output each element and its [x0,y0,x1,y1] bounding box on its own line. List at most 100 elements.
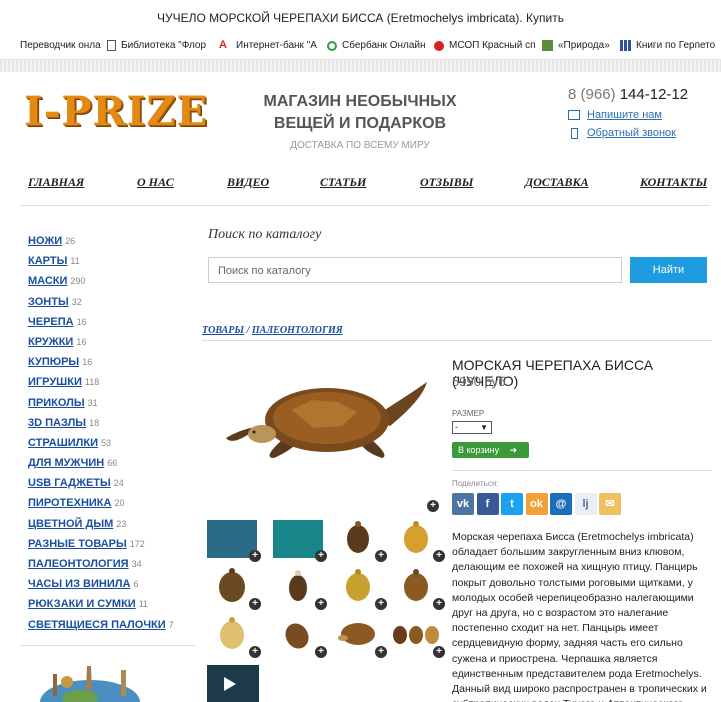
sidebar-category-link[interactable]: КУПЮРЫ [28,356,79,368]
thumbnail[interactable]: + [333,568,387,610]
zoom-icon: + [433,646,445,658]
callback-link[interactable]: Обратный звонок [568,127,676,139]
nav-about[interactable]: О НАС [137,175,174,190]
zoom-icon: + [433,550,445,562]
sidebar-category-link[interactable]: ДЛЯ МУЖЧИН [28,457,104,469]
sidebar-category-item: ЦВЕТНОЙ ДЫМ 23 [28,518,198,538]
sidebar-category-link[interactable]: ПАЛЕОНТОЛОГИЯ [28,558,129,570]
web-page: I-PRIZE МАГАЗИН НЕОБЫЧНЫХ ВЕЩЕЙ И ПОДАРК… [0,60,721,702]
thumbnail[interactable]: + [391,568,445,610]
thumbnail[interactable]: + [207,616,261,658]
sidebar-category-link[interactable]: СТРАШИЛКИ [28,437,98,449]
bookmark-sberbank[interactable]: Сбербанк Онлайн [327,40,426,51]
phone-icon [571,127,578,139]
bookmark-alfabank[interactable]: A Интернет-банк "А [219,40,317,52]
sidebar-category-count: 6 [133,579,139,590]
sidebar-category-link[interactable]: МАСКИ [28,275,67,287]
thumbnail[interactable]: + [333,616,387,658]
sidebar-category-link[interactable]: КРУЖКИ [28,336,73,348]
sidebar-category-link[interactable]: СВЕТЯЩИЕСЯ ПАЛОЧКИ [28,619,166,631]
breadcrumb-current[interactable]: ПАЛЕОНТОЛОГИЯ [252,325,343,336]
sidebar-category-link[interactable]: ЧАСЫ ИЗ ВИНИЛА [28,578,130,590]
product-divider [452,470,712,471]
search-button[interactable]: Найти [630,257,707,283]
sidebar-category-item: МАСКИ 290 [28,275,198,295]
nav-articles[interactable]: СТАТЬИ [320,175,366,190]
add-to-cart-button[interactable]: В корзину ➜ [452,442,529,458]
phone-number[interactable]: 8 (966) 144-12-12 [568,86,688,103]
nature-icon [542,40,553,51]
thumbnail[interactable]: + [273,520,327,562]
sidebar-category-link[interactable]: 3D ПАЗЛЫ [28,417,86,429]
zoom-icon: + [375,550,387,562]
thumbnail[interactable]: + [333,520,387,562]
nav-contacts[interactable]: КОНТАКТЫ [640,175,707,190]
nav-video[interactable]: ВИДЕО [227,175,269,190]
document-icon [107,40,116,51]
sidebar-category-link[interactable]: USB ГАДЖЕТЫ [28,477,111,489]
thumbnail[interactable]: + [273,568,327,610]
catalog-search-input[interactable]: Поиск по каталогу [208,257,622,283]
envelope-icon [568,110,580,120]
sidebar-category-link[interactable]: ЦВЕТНОЙ ДЫМ [28,518,113,530]
sidebar-category-link[interactable]: НОЖИ [28,235,62,247]
facebook-share-icon[interactable]: f [476,493,499,515]
odnoklassniki-share-icon[interactable]: ok [525,493,548,515]
sidebar-category-count: 53 [101,437,112,448]
sidebar-category-link[interactable]: ПИРОТЕХНИКА [28,497,111,509]
sidebar-category-link[interactable]: ИГРУШКИ [28,376,82,388]
sidebar-category-link[interactable]: РАЗНЫЕ ТОВАРЫ [28,538,127,550]
product-price: 5990 руб. [452,374,510,389]
globe-landmarks-image[interactable] [35,660,145,702]
nav-home[interactable]: ГЛАВНАЯ [28,175,84,190]
livejournal-share-icon[interactable]: lj [574,493,597,515]
sidebar-category-link[interactable]: ЧЕРЕПА [28,316,74,328]
sidebar-category-link[interactable]: КАРТЫ [28,255,67,267]
nav-delivery[interactable]: ДОСТАВКА [525,175,589,190]
breadcrumb-root[interactable]: ТОВАРЫ [202,325,244,336]
zoom-icon: + [315,598,327,610]
bookmark-nature[interactable]: «Природа» [542,40,610,51]
sidebar-category-count: 20 [114,498,125,509]
bookmark-label: «Природа» [558,40,610,51]
sidebar-category-count: 18 [89,417,100,428]
thumbnail[interactable]: + [391,616,445,658]
chevron-down-icon: ▼ [480,423,488,432]
vk-share-icon[interactable]: vk [452,493,474,515]
zoom-icon: + [375,598,387,610]
thumbnail[interactable]: + [273,616,327,658]
sidebar-category-count: 172 [129,538,145,549]
sidebar-category-item: 3D ПАЗЛЫ 18 [28,417,198,437]
window-title: ЧУЧЕЛО МОРСКОЙ ЧЕРЕПАХИ БИССА (Eretmoche… [0,0,721,34]
sidebar-category-item: РАЗНЫЕ ТОВАРЫ 172 [28,538,198,558]
sidebar-category-item: НОЖИ 26 [28,235,198,255]
red-circle-icon [434,40,444,51]
email-share-icon[interactable]: ✉ [599,493,621,515]
zoom-icon[interactable]: + [427,500,439,512]
thumbnail[interactable]: + [391,520,445,562]
sidebar-category-link[interactable]: ЗОНТЫ [28,296,69,308]
sidebar-category-item: КРУЖКИ 16 [28,336,198,356]
product-description: Морская черепаха Бисса (Eretmochelys imb… [452,531,707,702]
bookmark-iucn[interactable]: МСОП Красный сп [434,40,536,51]
bookmark-label: МСОП Красный сп [449,40,536,51]
category-sidebar: НОЖИ 26 КАРТЫ 11 МАСКИ 290 ЗОНТЫ 32 ЧЕРЕПА 16 КРУЖ… [28,235,198,639]
nav-reviews[interactable]: ОТЗЫВЫ [420,175,473,190]
zoom-icon: + [249,550,261,562]
bookmark-translator[interactable]: Переводчик онла [20,40,101,51]
mail-ru-share-icon[interactable]: @ [550,493,572,515]
size-select[interactable]: - ▼ [452,421,492,434]
sidebar-category-link[interactable]: ПРИКОЛЫ [28,397,85,409]
sidebar-category-link[interactable]: РЮКЗАКИ И СУМКИ [28,598,136,610]
twitter-share-icon[interactable]: t [501,493,523,515]
thumbnail[interactable]: + [207,568,261,610]
bookmark-herpetology-books[interactable]: Книги по Герпето [620,40,715,51]
site-logo[interactable]: I-PRIZE [24,88,208,135]
thumbnail[interactable]: + [207,520,261,562]
sidebar-category-count: 31 [87,397,98,408]
product-video-thumbnail[interactable] [207,665,259,702]
write-us-link[interactable]: Напишите нам [568,109,662,121]
product-main-image[interactable] [222,370,432,460]
bookmark-library[interactable]: Библиотека "Флор [107,40,206,51]
bookmarks-bar: Переводчик онла Библиотека "Флор A Интер… [0,34,721,60]
